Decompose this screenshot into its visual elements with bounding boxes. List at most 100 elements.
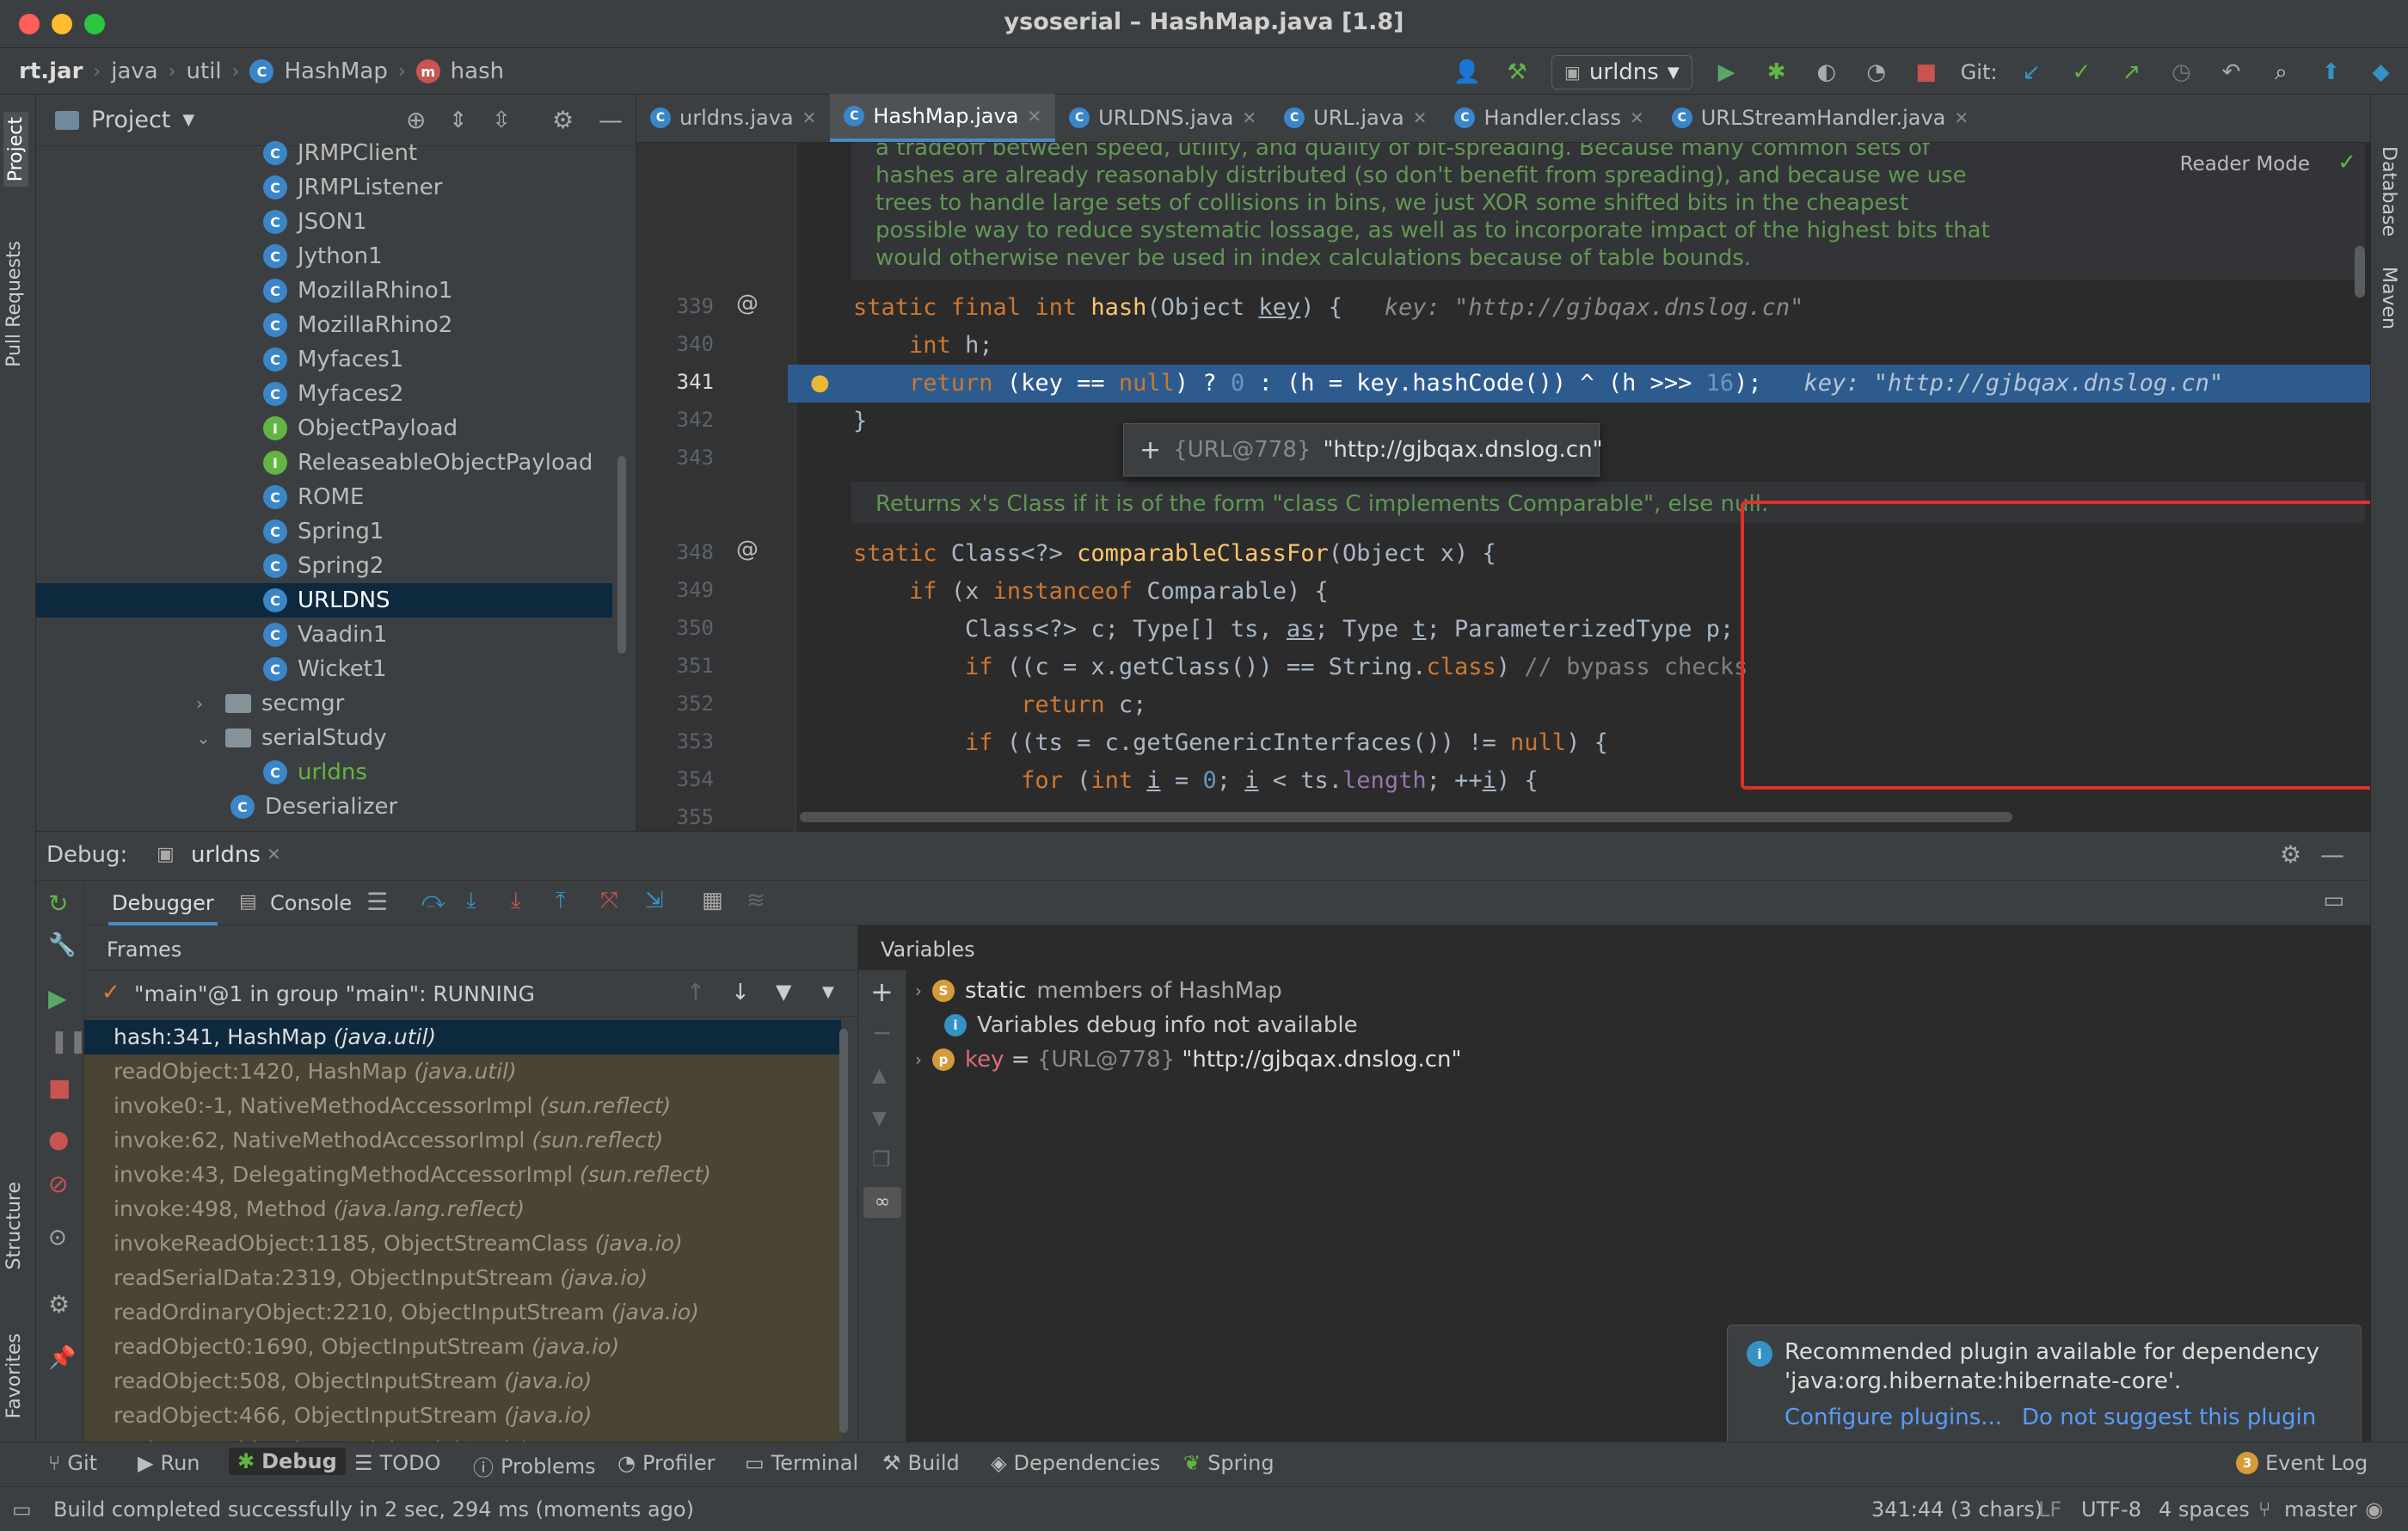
project-tree-item[interactable]: C MozillaRhino2 <box>263 308 452 342</box>
project-panel-title[interactable]: Project <box>91 107 170 133</box>
stack-frame[interactable]: invoke0:-1, NativeMethodAccessorImpl (su… <box>84 1089 841 1123</box>
breadcrumb-package-java[interactable]: java <box>111 58 157 84</box>
step-out-icon[interactable]: ⤒ <box>556 888 566 914</box>
stack-frame[interactable]: invoke:62, NativeMethodAccessorImpl (sun… <box>84 1123 841 1158</box>
expand-all-icon[interactable]: ⇕ <box>449 108 468 133</box>
threads-menu-icon[interactable]: ☰ <box>366 888 388 916</box>
tool-todo[interactable]: ☰ TODO <box>354 1451 440 1475</box>
user-icon[interactable]: 👤 <box>1452 57 1483 88</box>
collapse-all-icon[interactable]: ⇳ <box>492 108 511 133</box>
event-log-button[interactable]: 3 Event Log <box>2236 1451 2368 1475</box>
tool-run[interactable]: ▶ Run <box>138 1451 200 1475</box>
project-tree-item[interactable]: C JSON1 <box>263 205 367 239</box>
stack-frame[interactable]: hash:341, HashMap (java.util) <box>84 1020 841 1054</box>
tool-debug[interactable]: ✱ Debug <box>229 1448 346 1475</box>
project-tree-item[interactable]: C ROME <box>263 480 364 514</box>
tab-maven[interactable]: Maven <box>2378 267 2399 329</box>
arrow-down-icon[interactable]: ↓ <box>731 980 750 1005</box>
git-branch[interactable]: master <box>2284 1497 2357 1522</box>
project-tree-item[interactable]: I ObjectPayload <box>263 411 458 446</box>
editor-tab[interactable]: C HashMap.java ✕ <box>830 94 1056 142</box>
close-icon[interactable]: ✕ <box>1954 108 1969 128</box>
expand-arrow-icon[interactable]: › <box>915 981 922 1001</box>
project-tree-item[interactable]: C Spring2 <box>263 549 384 583</box>
indent-setting[interactable]: 4 spaces <box>2159 1497 2250 1522</box>
run-icon[interactable]: ▶ <box>1711 57 1742 88</box>
gear-icon[interactable]: ⚙ <box>48 1290 70 1319</box>
editor-vertical-scrollbar[interactable] <box>2355 246 2365 298</box>
close-icon[interactable]: ✕ <box>1413 108 1428 128</box>
expand-arrow-icon[interactable]: › <box>915 1049 922 1070</box>
configure-plugins-link[interactable]: Configure plugins... <box>1784 1405 2002 1430</box>
tool-terminal[interactable]: ▭ Terminal <box>745 1451 858 1475</box>
build-hammer-icon[interactable]: ⚒ <box>1502 57 1533 88</box>
tab-debugger[interactable]: Debugger <box>108 881 218 925</box>
project-tree-item[interactable]: I ReleaseableObjectPayload <box>263 446 593 480</box>
tab-project[interactable]: Project <box>3 112 28 188</box>
chevron-down-icon[interactable]: ⌄ <box>196 728 215 748</box>
stack-frame[interactable]: readObject:1420, HashMap (java.util) <box>84 1054 841 1089</box>
stack-frame[interactable]: readSerialData:2319, ObjectInputStream (… <box>84 1261 841 1295</box>
gear-icon[interactable]: ⚙ <box>552 106 574 134</box>
project-tree-item[interactable]: Curldns <box>263 755 367 790</box>
stack-frame[interactable]: readObject0:1690, ObjectInputStream (jav… <box>84 1330 841 1364</box>
project-tree-item[interactable]: C JRMPListener <box>263 170 442 205</box>
pin-icon[interactable]: 📌 <box>48 1345 76 1371</box>
git-commit-icon[interactable]: ✓ <box>2066 57 2097 88</box>
thread-selector[interactable]: ✓ "main"@1 in group "main": RUNNING ↑ ↓ … <box>84 970 858 1017</box>
value-tooltip[interactable]: + {URL@778} "http://gjbqax.dnslog.cn" <box>1123 423 1603 477</box>
force-step-into-icon[interactable]: ⤓ <box>511 888 521 914</box>
editor-tab[interactable]: C Handler.class ✕ <box>1440 94 1657 142</box>
tab-database[interactable]: Database <box>2378 146 2399 237</box>
move-up-icon[interactable]: ▲ <box>872 1065 887 1086</box>
tool-dependencies[interactable]: ◈ Dependencies <box>991 1451 1160 1475</box>
tab-favorites[interactable]: Favorites <box>3 1333 25 1418</box>
notifications-icon[interactable]: ◉ <box>2365 1497 2383 1522</box>
tab-pull-requests[interactable]: Pull Requests <box>3 241 25 367</box>
code-with-me-icon[interactable]: ◆ <box>2365 57 2396 88</box>
project-tree-item[interactable]: C Vaadin1 <box>263 618 387 652</box>
debug-bug-icon[interactable]: ✱ <box>1761 57 1792 88</box>
view-breakpoints-icon[interactable]: ● <box>48 1125 69 1153</box>
stop-icon[interactable]: ■ <box>1911 57 1942 88</box>
tool-profiler[interactable]: ◔ Profiler <box>617 1451 715 1475</box>
camera-icon[interactable]: ⊙ <box>48 1225 67 1251</box>
editor-gutter[interactable] <box>636 143 796 831</box>
tab-console[interactable]: Console <box>270 891 352 915</box>
editor-tab[interactable]: Curldns.java ✕ <box>636 94 830 142</box>
pause-icon[interactable]: ❚❚ <box>50 1029 88 1054</box>
project-tree-item[interactable]: C Jython1 <box>263 239 383 274</box>
project-tree-item[interactable]: C Wicket1 <box>263 652 387 686</box>
chevron-down-icon[interactable]: ▼ <box>822 983 834 1001</box>
frames-scrollbar[interactable] <box>839 1029 848 1433</box>
history-icon[interactable]: ◷ <box>2165 57 2196 88</box>
tool-build[interactable]: ⚒ Build <box>882 1451 960 1475</box>
rerun-icon[interactable]: ↻ <box>48 889 68 918</box>
plus-expand-icon[interactable]: + <box>1140 435 1161 465</box>
mute-breakpoints-icon[interactable]: ⊘ <box>48 1170 68 1198</box>
reader-mode-toggle[interactable]: Reader Mode <box>2180 153 2310 175</box>
editor-tab[interactable]: C URLStreamHandler.java ✕ <box>1658 94 1982 142</box>
project-scrollbar[interactable] <box>617 456 626 654</box>
variable-key-row[interactable]: › p key = {URL@778} "http://gjbqax.dnslo… <box>915 1042 1462 1077</box>
project-tree-item[interactable]: C JRMPClient <box>263 136 417 170</box>
do-not-suggest-link[interactable]: Do not suggest this plugin <box>2022 1405 2316 1430</box>
plus-icon[interactable]: + <box>870 975 894 1008</box>
move-down-icon[interactable]: ▼ <box>872 1108 887 1129</box>
close-icon[interactable]: ✕ <box>802 108 817 128</box>
debug-session-tab[interactable]: urldns <box>191 842 261 868</box>
evaluate-expression-icon[interactable]: ▦ <box>702 888 723 913</box>
caret-position[interactable]: 341:44 (3 chars) <box>1871 1497 2042 1522</box>
project-tree-item[interactable]: C Myfaces1 <box>263 342 403 377</box>
close-icon[interactable]: ✕ <box>1630 108 1644 128</box>
editor-horizontal-scrollbar[interactable] <box>800 812 2012 822</box>
stack-frame[interactable]: readObject:508, ObjectInputStream (java.… <box>84 1364 841 1399</box>
locate-icon[interactable]: ⊕ <box>406 106 426 134</box>
filter-icon[interactable]: ▼ <box>776 980 791 1004</box>
variable-static-row[interactable]: › S static members of HashMap <box>915 974 1282 1008</box>
git-update-icon[interactable]: ↙ <box>2016 57 2047 88</box>
glasses-icon[interactable]: ∞ <box>863 1187 901 1218</box>
project-tree-item[interactable]: C Spring1 <box>263 514 384 549</box>
coverage-icon[interactable]: ◐ <box>1811 57 1842 88</box>
search-icon[interactable]: ⌕ <box>2265 57 2296 88</box>
